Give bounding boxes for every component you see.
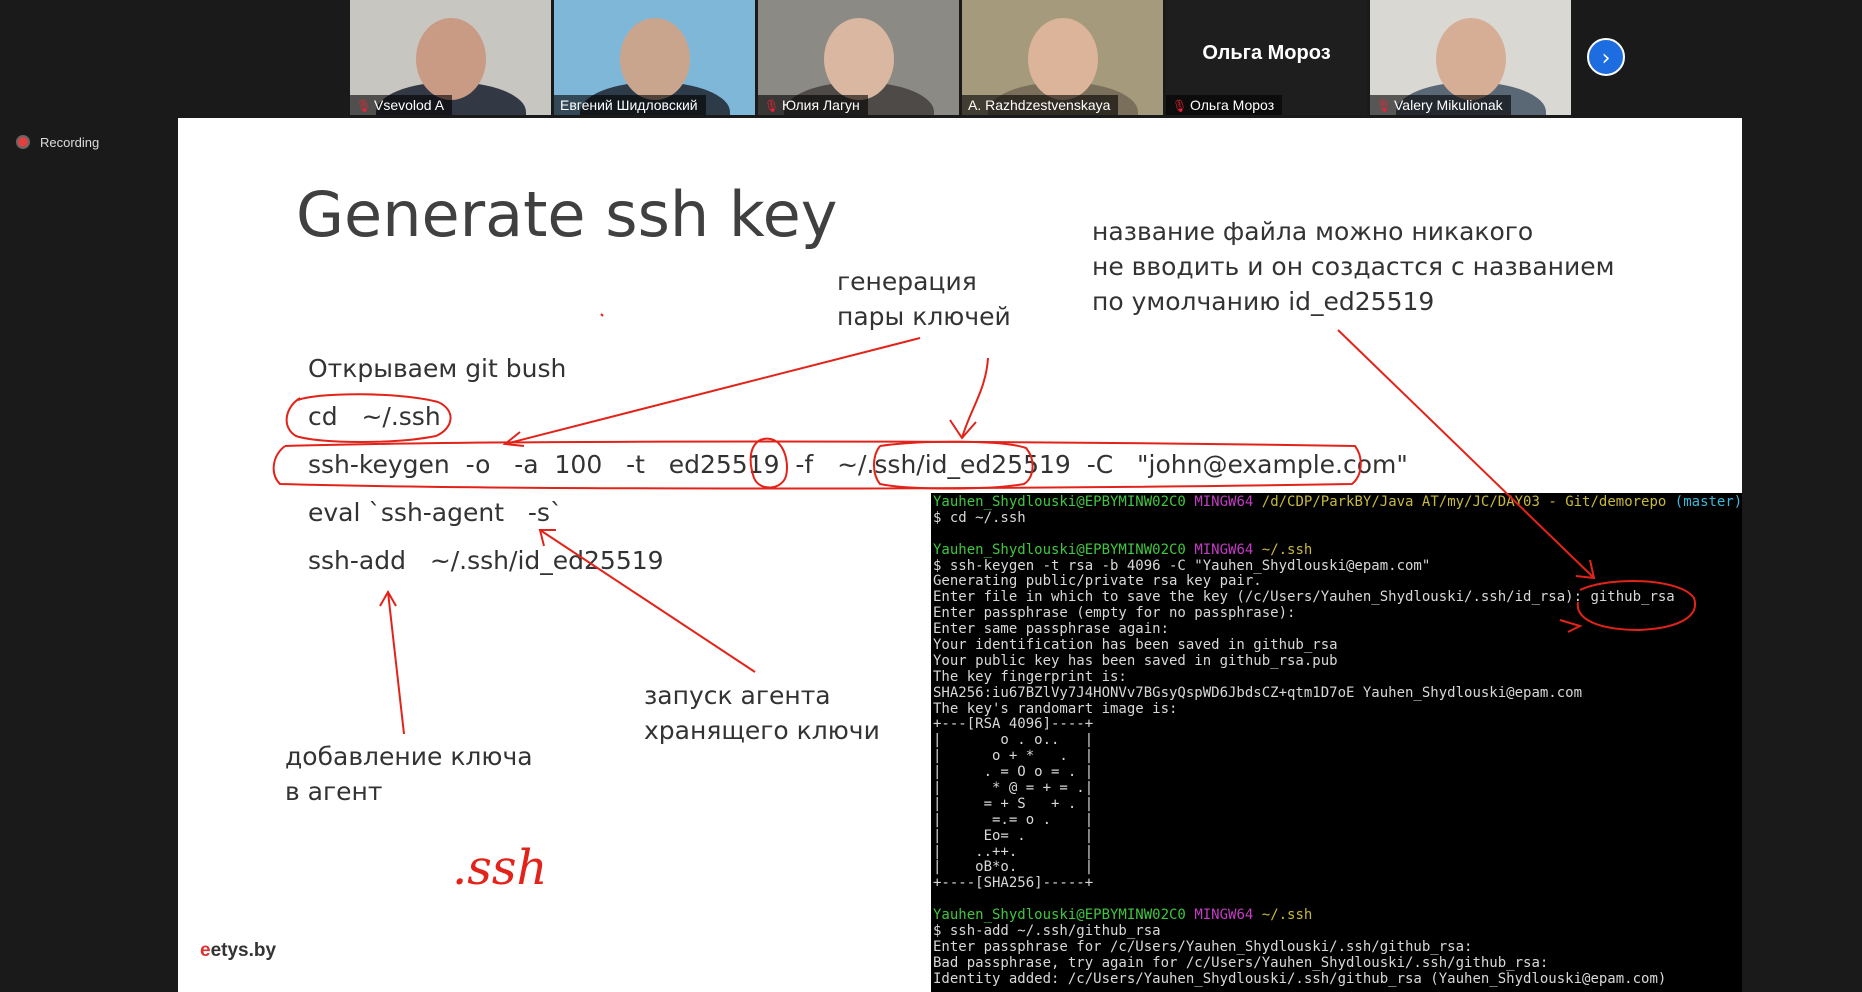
participant-head [416,18,486,100]
participant-label: 🎙 Ольга Мороз [1166,95,1283,115]
terminal-line: Identity added: /c/Users/Yauhen_Shydlous… [933,970,1667,987]
terminal-line: | = + S + . | [933,795,1094,812]
participant-name: Ольга Мороз [1190,97,1275,113]
cmd-add: ssh-add ~/.ssh/id_ed25519 [308,546,664,575]
terminal-line: Enter passphrase (empty for no passphras… [933,605,1296,622]
recording-dot-icon [16,135,30,149]
recording-label: Recording [40,135,100,150]
terminal-line: +----[SHA256]-----+ [933,875,1094,892]
participant-label: Евгений Шидловский [554,95,706,115]
prompt-env: MINGW64 [1194,494,1254,510]
cmd-cd: cd ~/.ssh [308,402,441,431]
terminal-line: | o + * . | [933,748,1094,765]
prompt-branch: (master) [1674,494,1742,510]
annotation-keypair: генерация пары ключей [837,264,1011,334]
terminal-prompt: Yauhen_Shydlouski@EPBYMINW02C0 MINGW64 ~… [933,907,1742,924]
muted-mic-icon: 🎙 [1376,99,1392,113]
terminal-line: | o . o.. | [933,732,1094,749]
prompt-path: ~/.ssh [1261,541,1313,558]
terminal-line: Your identification has been saved in gi… [933,637,1338,654]
terminal-line: | =.= o . | [933,811,1094,828]
annotation-filename-line: не вводить и он создастся с названием [1092,252,1615,281]
participant-label: A. Razhdzestvenskaya [962,95,1119,115]
terminal-line: +---[RSA 4096]----+ [933,716,1094,733]
terminal-line: $ cd ~/.ssh [933,509,1026,526]
open-gitbash-text: Открываем git bush [308,354,567,383]
participant-tile[interactable]: Ольга Мороз 🎙 Ольга Мороз [1166,0,1367,115]
participant-tile[interactable]: 🎙 Юлия Лагун [758,0,959,115]
prompt-user: Yauhen_Shydlouski@EPBYMINW02C0 [933,907,1186,924]
annotation-keypair-line: генерация [837,267,977,296]
annotation-keypair-line: пары ключей [837,302,1011,331]
terminal-window: Yauhen_Shydlouski@EPBYMINW02C0 MINGW64 /… [931,493,1742,992]
annotation-agent: запуск агента хранящего ключи [644,678,880,748]
slide-title: Generate ssh key [296,178,838,251]
terminal-line: | ..++. | [933,843,1094,860]
participant-head [620,18,690,100]
terminal-line: SHA256:iu67BZlVy7J4HONVv7BGsyQspWD6JbdsC… [933,684,1583,701]
participant-label: 🎙 Vsevolod A [350,95,453,115]
annotation-add-line: добавление ключа [285,742,533,771]
prompt-env: MINGW64 [1194,541,1254,558]
terminal-line: Enter file in which to save the key (/c/… [933,589,1675,606]
prompt-user: Yauhen_Shydlouski@EPBYMINW02C0 [933,541,1186,558]
annotation-agent-line: хранящего ключи [644,716,880,745]
participant-name: Vsevolod A [374,97,445,113]
terminal-line: Bad passphrase, try again for /c/Users/Y… [933,954,1549,971]
prompt-user: Yauhen_Shydlouski@EPBYMINW02C0 [933,494,1186,510]
participant-label: 🎙 Valery Mikulionak [1370,95,1511,115]
terminal-line: | * @ = + = .| [933,780,1094,797]
terminal-line: Enter same passphrase again: [933,621,1170,638]
logo-mark: e [200,940,211,961]
muted-mic-icon: 🎙 [1172,99,1188,113]
annotation-filename-line: название файла можно никакого [1092,217,1534,246]
annotation-filename: название файла можно никакого не вводить… [1092,214,1615,319]
muted-mic-icon: 🎙 [356,99,372,113]
terminal-line: Your public key has been saved in github… [933,652,1338,669]
terminal-line: $ ssh-keygen -t rsa -b 4096 -C "Yauhen_S… [933,557,1431,574]
cmd-eval: eval `ssh-agent -s` [308,498,563,527]
prompt-path: /d/CDP/ParkBY/Java AT/my/JC/DAY03 - Git/… [1261,494,1667,510]
annotation-add-line: в агент [285,777,383,806]
prompt-path: ~/.ssh [1261,907,1313,924]
recording-indicator: Recording [16,135,99,150]
annotation-add: добавление ключа в агент [285,739,533,809]
participant-name: Евгений Шидловский [560,97,698,113]
participant-name: A. Razhdzestvenskaya [968,97,1111,113]
cmd-keygen: ssh-keygen -o -a 100 -t ed25519 -f ~/.ss… [308,450,1408,479]
etys-logo: eetys.by [200,940,276,962]
participant-tile[interactable]: A. Razhdzestvenskaya [962,0,1163,115]
terminal-line: Enter passphrase for /c/Users/Yauhen_Shy… [933,938,1473,955]
terminal-line: | oB*o. | [933,859,1094,876]
terminal-line: Generating public/private rsa key pair. [933,573,1262,590]
participant-name: Юлия Лагун [782,97,860,113]
terminal-line: | Eo= . | [933,827,1094,844]
terminal-line: | . = O o = . | [933,764,1094,781]
terminal-line: $ ssh-add ~/.ssh/github_rsa [933,923,1161,940]
participant-tile[interactable]: Евгений Шидловский [554,0,755,115]
participant-name-display: Ольга Мороз [1202,42,1331,64]
participant-name: Valery Mikulionak [1394,97,1503,113]
participant-head [1028,18,1098,100]
participant-strip: 🎙 Vsevolod A Евгений Шидловский 🎙 Юлия Лагун… [0,0,1862,118]
annotation-filename-line: по умолчанию id_ed25519 [1092,287,1435,316]
participant-head [1436,18,1506,100]
participant-head [824,18,894,100]
terminal-line: The key fingerprint is: [933,668,1127,685]
participant-tile[interactable]: 🎙 Valery Mikulionak [1370,0,1571,115]
participant-tile[interactable]: 🎙 Vsevolod A [350,0,551,115]
terminal-prompt: Yauhen_Shydlouski@EPBYMINW02C0 MINGW64 /… [933,494,1742,511]
participant-label: 🎙 Юлия Лагун [758,95,868,115]
prompt-env: MINGW64 [1194,907,1254,924]
next-page-button[interactable]: › [1587,38,1625,76]
logo-text: etys.by [210,940,277,961]
muted-mic-icon: 🎙 [764,99,780,113]
terminal-prompt: Yauhen_Shydlouski@EPBYMINW02C0 MINGW64 ~… [933,541,1742,559]
annotation-agent-line: запуск агента [644,681,831,710]
terminal-line: The key's randomart image is: [933,700,1178,717]
